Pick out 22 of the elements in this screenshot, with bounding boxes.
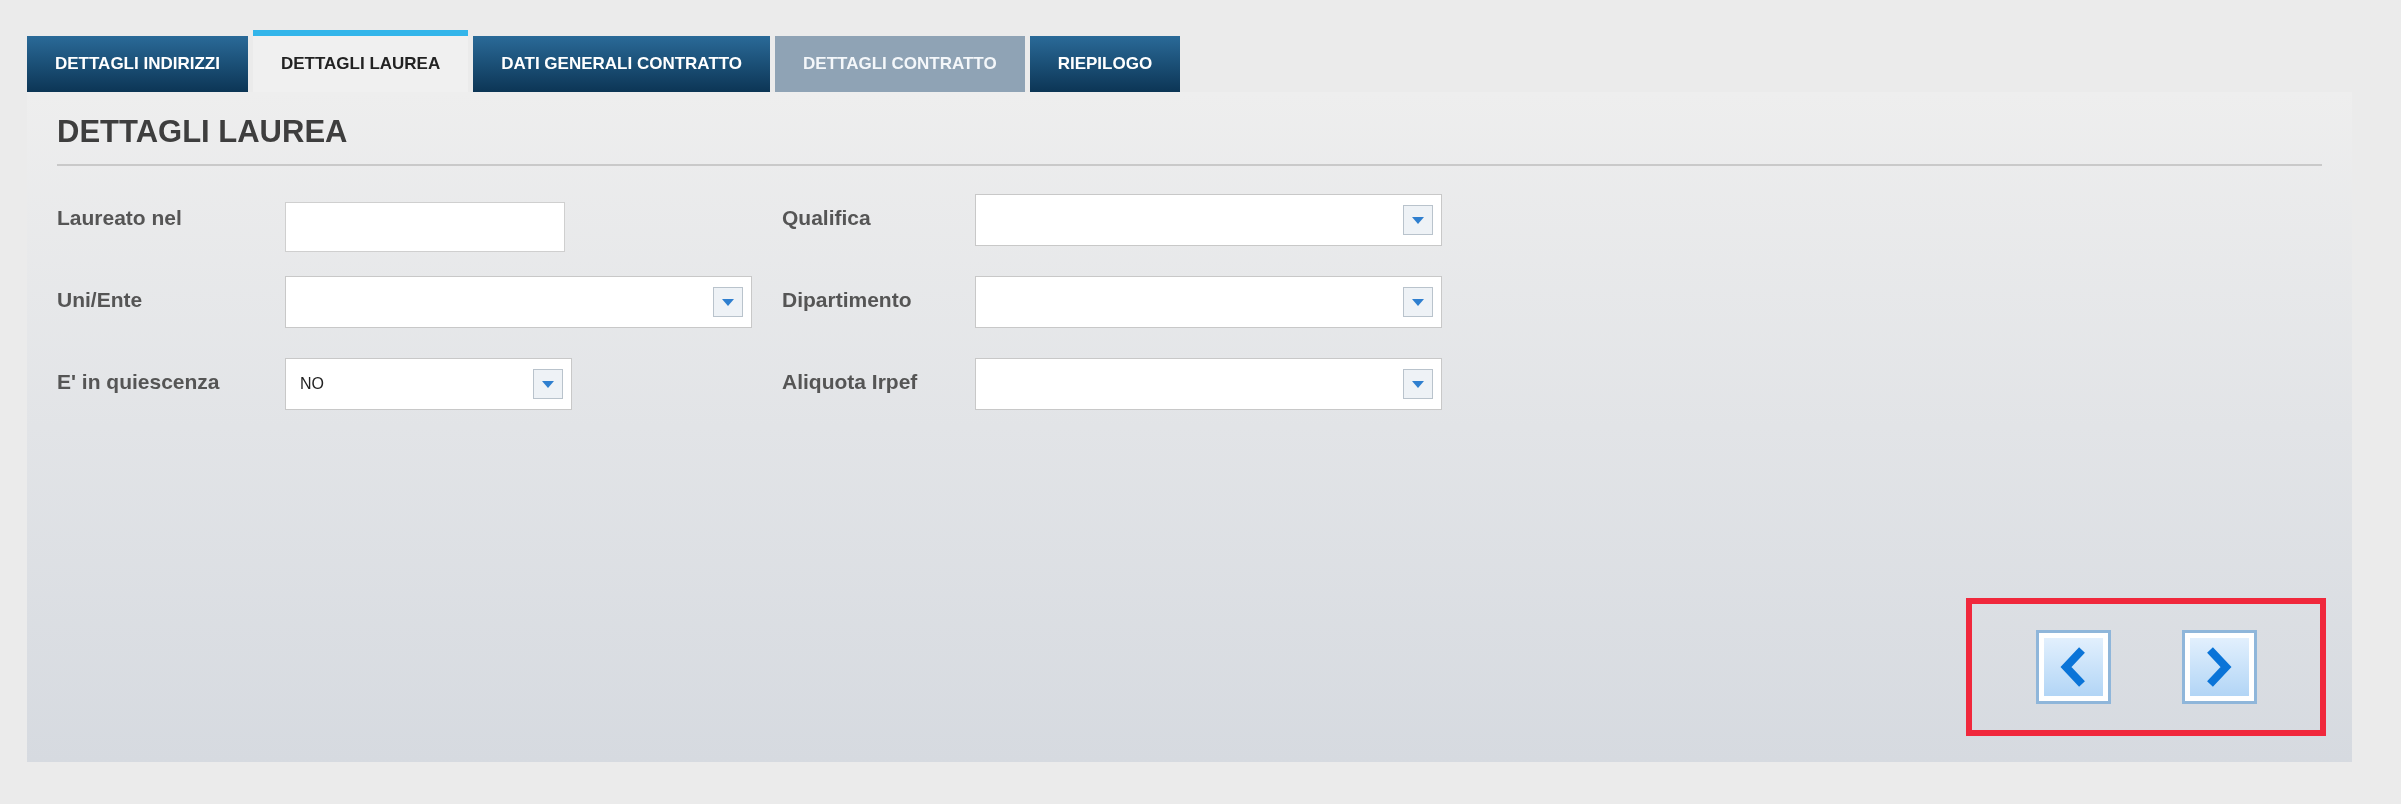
previous-button[interactable]	[2035, 630, 2111, 704]
field-label: E' in quiescenza	[57, 369, 221, 394]
select-field[interactable]: NO	[285, 358, 572, 410]
select-value: NO	[300, 375, 324, 393]
tab[interactable]: RIEPILOGO	[1029, 36, 1181, 92]
field-label: Qualifica	[782, 205, 872, 230]
section-heading: DETTAGLI LAUREA	[57, 114, 2322, 166]
select-field[interactable]	[975, 276, 1442, 328]
select-field[interactable]	[975, 358, 1442, 410]
chevron-right-icon	[2204, 646, 2234, 688]
tab[interactable]: DETTAGLI LAUREA	[252, 30, 469, 92]
field-label: Laureato nel	[57, 205, 183, 230]
field-label: Dipartimento	[782, 287, 913, 312]
field-label: Aliquota Irpef	[782, 369, 919, 394]
tab[interactable]: DATI GENERALI CONTRATTO	[473, 36, 771, 92]
tab[interactable]: DETTAGLI INDIRIZZI	[27, 36, 248, 92]
chevron-left-icon	[2058, 646, 2088, 688]
select-field[interactable]	[975, 194, 1442, 246]
select-field[interactable]	[285, 276, 752, 328]
field-label: Uni/Ente	[57, 287, 144, 312]
text-field[interactable]	[285, 202, 565, 252]
next-button[interactable]	[2181, 630, 2257, 704]
